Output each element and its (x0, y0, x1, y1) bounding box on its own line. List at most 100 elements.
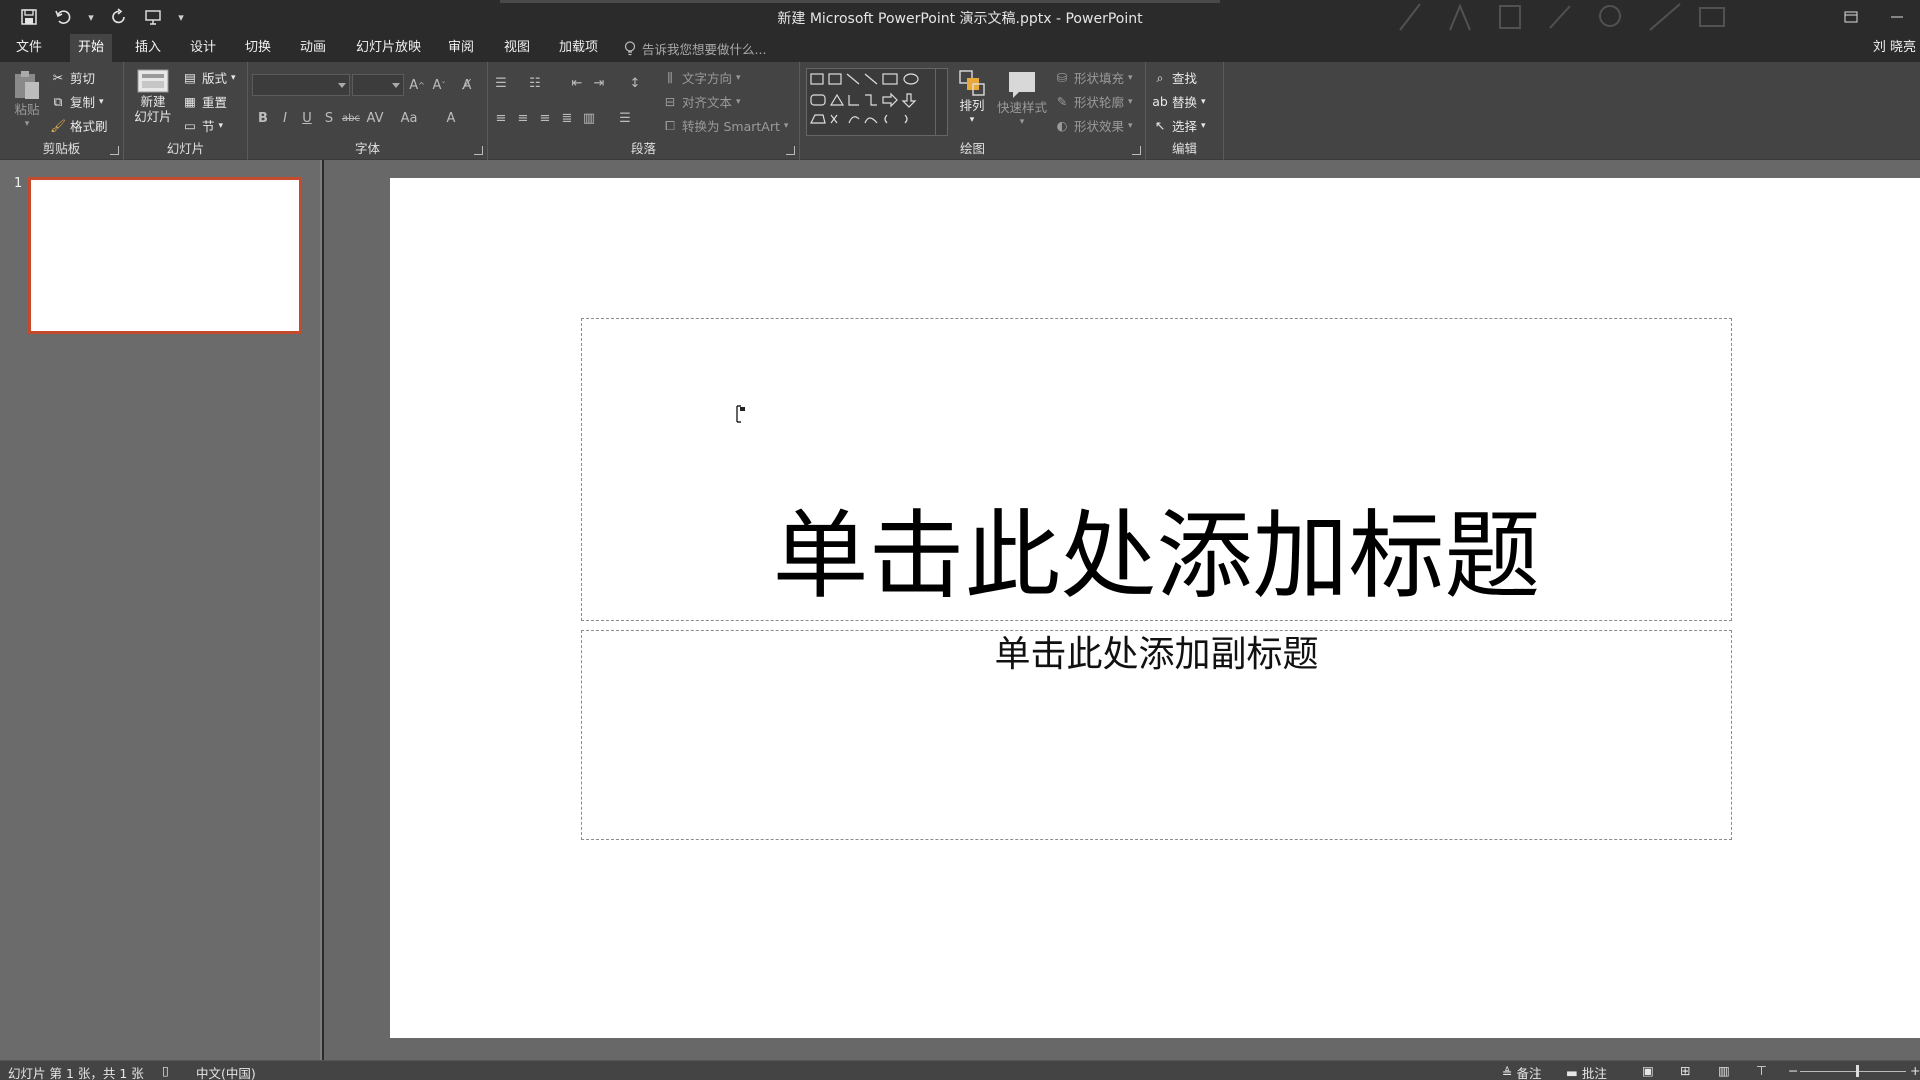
font-launcher-icon[interactable] (474, 146, 483, 155)
slide-title-placeholder[interactable]: 单击此处添加标题 (581, 486, 1732, 626)
decrease-indent-icon[interactable]: ⇤ (568, 75, 586, 91)
comments-button[interactable]: ▬ 批注 (1566, 1063, 1607, 1080)
slideshow-view-icon[interactable]: ⊤ (1756, 1063, 1767, 1078)
align-center-icon[interactable]: ≡ (514, 110, 532, 126)
slide-sorter-icon[interactable]: ⊞ (1680, 1063, 1690, 1078)
strikethrough-button[interactable]: abc (342, 110, 360, 126)
font-name-combo[interactable] (252, 74, 350, 96)
layout-button[interactable]: ▤ 版式 ▾ (182, 68, 235, 87)
align-left-icon[interactable]: ≡ (492, 110, 510, 126)
section-button[interactable]: ▭ 节 ▾ (182, 116, 223, 135)
minimize-button[interactable] (1874, 0, 1920, 34)
increase-font-size-icon[interactable]: A ^ (408, 77, 426, 93)
replace-dropdown-icon: ▾ (1201, 96, 1206, 107)
tab-addins[interactable]: 加载项 (551, 34, 606, 62)
user-account[interactable]: 刘 晓亮 (1873, 34, 1916, 62)
tell-me-box[interactable]: 告诉我您想要做什么... (624, 34, 766, 62)
language-status[interactable]: 中文(中国) (196, 1063, 256, 1080)
cursor-arrow-icon: ↖ (1154, 118, 1166, 133)
shape-outline-button[interactable]: ✎ 形状轮廓 ▾ (1054, 92, 1133, 111)
comments-label: 批注 (1581, 1066, 1607, 1080)
align-text-icon: ⊟ (664, 94, 676, 109)
shape-fill-button[interactable]: ⛁ 形状填充 ▾ (1054, 68, 1133, 87)
cut-button[interactable]: ✂ 剪切 (50, 68, 95, 87)
zoom-out-icon[interactable]: − (1788, 1063, 1798, 1078)
group-clipboard: 粘贴 ▾ ✂ 剪切 ⧉ 复制 ▾ 🖌 格式刷 剪贴板 (0, 62, 124, 160)
convert-smartart-button[interactable]: ⧠ 转换为 SmartArt ▾ (662, 116, 788, 135)
justify-icon[interactable]: ≣ (558, 110, 576, 126)
zoom-in-icon[interactable]: + (1910, 1063, 1920, 1078)
text-direction-label: 文字方向 (682, 71, 733, 86)
paste-dropdown-icon: ▾ (24, 119, 30, 129)
bold-button[interactable]: B (254, 110, 272, 126)
group-paragraph-label: 段落 (630, 141, 656, 156)
replace-button[interactable]: ab 替换 ▾ (1152, 92, 1206, 111)
text-direction-button[interactable]: ⫼ 文字方向 ▾ (662, 68, 740, 87)
character-spacing-icon[interactable]: AV (366, 110, 384, 126)
zoom-slider-track[interactable] (1800, 1071, 1906, 1072)
arrange-button[interactable]: 排列 ▾ (952, 68, 992, 128)
tab-review[interactable]: 审阅 (440, 34, 482, 62)
reset-label: 重置 (202, 95, 228, 110)
normal-view-icon[interactable]: ▣ (1642, 1063, 1654, 1078)
tab-view[interactable]: 视图 (496, 34, 538, 62)
spell-check-icon[interactable]: ▯ (162, 1063, 169, 1078)
align-vertical-icon[interactable]: ☰ (616, 110, 634, 126)
shapes-gallery-scrollbar[interactable] (935, 69, 947, 135)
quick-styles-button[interactable]: 快速样式 ▾ (994, 68, 1050, 130)
new-slide-label-line1: 新建 (140, 94, 166, 109)
find-button[interactable]: ⌕ 查找 (1152, 68, 1197, 87)
shape-effects-label: 形状效果 (1074, 119, 1125, 134)
shapes-gallery[interactable] (806, 68, 948, 136)
font-size-combo[interactable] (352, 74, 404, 96)
reset-button[interactable]: ▦ 重置 (182, 92, 227, 111)
tab-design[interactable]: 设计 (182, 34, 224, 62)
notes-button[interactable]: ≜ 备注 (1502, 1063, 1542, 1080)
tab-transitions[interactable]: 切换 (237, 34, 279, 62)
title-bar: ▾ ▾ 新建 Microsoft PowerPoint 演示文稿.pptx - … (0, 0, 1920, 34)
shape-effects-button[interactable]: ◐ 形状效果 ▾ (1054, 116, 1133, 135)
group-slides-label: 幻灯片 (166, 141, 205, 156)
clear-formatting-icon[interactable]: A̸ (458, 77, 476, 93)
paste-button[interactable]: 粘贴 ▾ (8, 68, 46, 132)
font-color-icon[interactable]: A (442, 110, 460, 126)
tab-home[interactable]: 开始 (70, 34, 113, 62)
slide-thumbnail[interactable] (28, 177, 302, 334)
align-right-icon[interactable]: ≡ (536, 110, 554, 126)
increase-indent-icon[interactable]: ⇥ (590, 75, 608, 91)
format-painter-button[interactable]: 🖌 格式刷 (50, 116, 107, 135)
new-slide-label-line2: 幻灯片 (134, 109, 172, 124)
change-case-button[interactable]: Aa (400, 110, 418, 126)
tab-slide-show[interactable]: 幻灯片放映 (348, 34, 429, 62)
reading-view-icon[interactable]: ▥ (1718, 1063, 1730, 1078)
italic-button[interactable]: I (276, 110, 294, 126)
new-slide-button[interactable]: 新建 幻灯片 (128, 68, 178, 124)
zoom-slider-thumb[interactable] (1856, 1065, 1859, 1077)
find-label: 查找 (1172, 71, 1198, 86)
copy-label: 复制 (70, 95, 96, 110)
clipboard-launcher-icon[interactable] (110, 146, 119, 155)
align-text-dropdown-icon: ▾ (736, 96, 741, 107)
line-spacing-icon[interactable]: ↕ (626, 75, 644, 91)
tab-file[interactable]: 文件 (8, 34, 50, 62)
paragraph-launcher-icon[interactable] (786, 146, 795, 155)
reset-icon: ▦ (184, 94, 196, 109)
scissors-icon: ✂ (52, 70, 64, 85)
copy-button[interactable]: ⧉ 复制 ▾ (50, 92, 104, 111)
align-text-button[interactable]: ⊟ 对齐文本 ▾ (662, 92, 741, 111)
underline-button[interactable]: U (298, 110, 316, 126)
drawing-launcher-icon[interactable] (1132, 146, 1141, 155)
shape-effects-dropdown-icon: ▾ (1128, 120, 1133, 131)
slide-subtitle-placeholder[interactable]: 单击此处添加副标题 (581, 630, 1732, 680)
select-button[interactable]: ↖ 选择 ▾ (1152, 116, 1206, 135)
bullets-icon[interactable]: ☰ (492, 75, 510, 91)
numbering-icon[interactable]: ☷ (526, 75, 544, 91)
tab-insert[interactable]: 插入 (127, 34, 169, 62)
decrease-font-size-icon[interactable]: Aˇ (430, 77, 448, 93)
shadow-button[interactable]: S (320, 110, 338, 126)
columns-icon[interactable]: ▥ (580, 110, 598, 126)
group-drawing: 排列 ▾ 快速样式 ▾ ⛁ 形状填充 ▾ ✎ 形状轮廓 ▾ ◐ 形状效果 ▾ 绘… (800, 62, 1146, 160)
tab-animations[interactable]: 动画 (292, 34, 334, 62)
ribbon-display-options-button[interactable] (1828, 0, 1874, 34)
search-icon: ⌕ (1156, 69, 1164, 85)
